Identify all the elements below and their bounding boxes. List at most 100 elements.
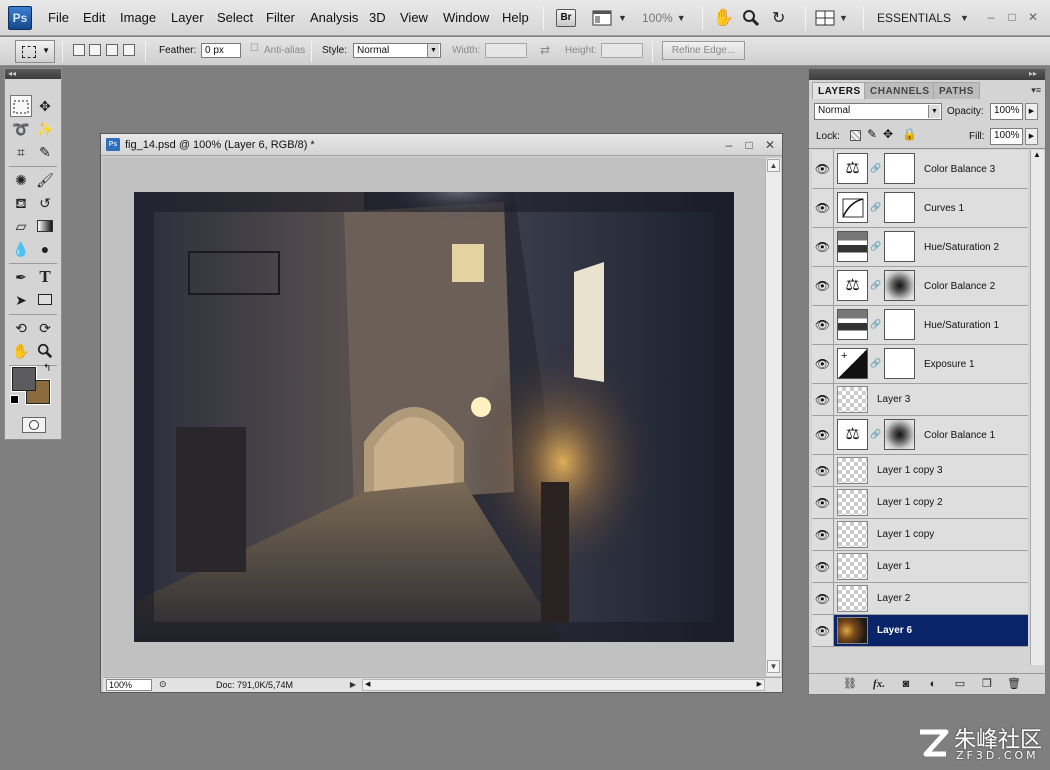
default-colors-icon[interactable] [10,395,19,404]
scroll-down-arrow-icon[interactable]: ▼ [767,660,780,673]
canvas-area[interactable] [103,158,765,676]
link-icon[interactable]: 🔗 [870,202,881,213]
link-icon[interactable]: 🔗 [870,358,881,369]
3d-orbit-tool-icon[interactable]: ⟳ [34,317,56,339]
link-icon[interactable]: 🔗 [870,280,881,291]
menu-file[interactable]: File [48,10,69,25]
visibility-eye-icon[interactable]: 👁 [812,551,834,582]
horizontal-scrollbar[interactable]: ◀ ▶ [362,679,765,691]
gradient-tool-icon[interactable] [34,215,56,237]
visibility-eye-icon[interactable]: 👁 [812,384,834,415]
lock-image-pixels-icon[interactable]: ✎ [867,127,877,141]
subtract-from-selection-icon[interactable] [106,44,118,56]
fill-input[interactable]: 100% [990,128,1023,145]
layer-name[interactable]: Layer 3 [877,394,910,405]
opacity-slider-arrow-icon[interactable]: ▶ [1025,103,1038,120]
workspace-switcher[interactable]: ESSENTIALS ▼ [877,8,969,28]
3d-rotate-tool-icon[interactable]: ⟲ [10,317,32,339]
fill-slider-arrow-icon[interactable]: ▶ [1025,128,1038,145]
layer-name[interactable]: Color Balance 3 [924,164,995,175]
zoom-icon[interactable] [742,8,760,28]
layer-name[interactable]: Color Balance 2 [924,281,995,292]
dodge-tool-icon[interactable]: ● [34,238,56,260]
quick-mask-icon[interactable] [22,417,46,433]
zoom-tool-icon[interactable] [34,340,56,362]
link-icon[interactable]: 🔗 [870,241,881,252]
layer-name[interactable]: Hue/Saturation 1 [924,320,999,331]
layer-row-curves-1[interactable]: 👁 🔗 Curves 1 [812,189,1028,228]
visibility-eye-icon[interactable]: 👁 [812,189,834,227]
arrange-documents-icon[interactable]: ▼ [815,8,848,28]
visibility-eye-icon[interactable]: 👁 [812,306,834,344]
layer-mask-thumbnail[interactable] [884,153,915,184]
tool-preset-picker[interactable]: ▼ [15,40,55,63]
tab-layers[interactable]: LAYERS [812,82,867,99]
visibility-eye-icon[interactable]: 👁 [812,583,834,614]
blur-tool-icon[interactable]: 💧 [10,238,32,260]
zoom-level-dropdown[interactable]: 100% ▼ [642,8,686,28]
scroll-up-arrow-icon[interactable]: ▲ [767,159,780,172]
screen-mode-icon[interactable]: ▼ [592,8,627,28]
layer-row-color-balance-3[interactable]: 👁 ⚖ 🔗 Color Balance 3 [812,150,1028,189]
close-icon[interactable]: ✕ [1024,8,1042,26]
rectangle-tool-icon[interactable] [34,289,56,311]
layer-mask-thumbnail[interactable] [884,348,915,379]
link-layers-icon[interactable]: ⛓ [842,677,858,692]
menu-image[interactable]: Image [120,10,156,25]
menu-help[interactable]: Help [502,10,529,25]
layer-row-color-balance-1[interactable]: 👁 ⚖ 🔗 Color Balance 1 [812,416,1028,455]
layer-row-layer-2[interactable]: 👁 Layer 2 [812,583,1028,615]
document-title-bar[interactable]: Ps fig_14.psd @ 100% (Layer 6, RGB/8) * … [101,134,782,156]
visibility-eye-icon[interactable]: 👁 [812,455,834,486]
visibility-eye-icon[interactable]: 👁 [812,615,834,646]
type-tool-icon[interactable]: T [34,266,56,288]
panel-menu-icon[interactable]: ▾≡ [1031,85,1041,96]
lock-all-icon[interactable]: 🔒 [902,127,917,141]
feather-input[interactable]: 0 px [201,43,241,58]
layer-name[interactable]: Layer 1 copy 3 [877,465,943,476]
lock-position-icon[interactable]: ✥ [883,127,893,141]
layer-row-hue-saturation-1[interactable]: 👁 🔗 Hue/Saturation 1 [812,306,1028,345]
tab-channels[interactable]: CHANNELS [864,82,936,99]
new-layer-icon[interactable]: ❐ [979,677,995,692]
anti-alias-checkbox[interactable]: ☐ [250,43,259,54]
layer-name[interactable]: Layer 2 [877,593,910,604]
layer-row-color-balance-2[interactable]: 👁 ⚖ 🔗 Color Balance 2 [812,267,1028,306]
menu-3d[interactable]: 3D [369,10,386,25]
style-select[interactable]: Normal ▼ [353,43,441,58]
pen-tool-icon[interactable]: ✒ [10,266,32,288]
lasso-tool-icon[interactable]: ➰ [10,118,32,140]
layer-name[interactable]: Hue/Saturation 2 [924,242,999,253]
visibility-eye-icon[interactable]: 👁 [812,416,834,454]
rectangular-marquee-tool-icon[interactable] [10,95,32,117]
lock-transparent-pixels-icon[interactable] [850,130,861,141]
refine-edge-button[interactable]: Refine Edge... [662,41,745,60]
menu-view[interactable]: View [400,10,428,25]
layer-row-layer-3[interactable]: 👁 Layer 3 [812,384,1028,416]
status-options-icon[interactable]: ⊙ [159,679,167,690]
layer-style-fx-icon[interactable]: fx. [871,677,887,692]
menu-edit[interactable]: Edit [83,10,105,25]
layer-row-layer-6[interactable]: 👁 Layer 6 [812,615,1028,647]
layer-name[interactable]: Color Balance 1 [924,430,995,441]
vertical-scrollbar[interactable]: ▲ ▼ [765,158,781,676]
menu-select[interactable]: Select [217,10,253,25]
move-tool-icon[interactable]: ✥ [34,95,56,117]
visibility-eye-icon[interactable]: 👁 [812,345,834,383]
rotate-view-icon[interactable]: ↻ [772,8,785,28]
menu-window[interactable]: Window [443,10,489,25]
clone-stamp-tool-icon[interactable]: ⛾ [10,192,32,214]
width-input[interactable] [485,43,527,58]
spot-healing-brush-tool-icon[interactable]: ✺ [10,169,32,191]
minimize-icon[interactable]: – [982,8,1000,26]
eraser-tool-icon[interactable]: ▱ [10,215,32,237]
visibility-eye-icon[interactable]: 👁 [812,228,834,266]
swap-dimensions-icon[interactable]: ⇄ [540,43,550,57]
menu-filter[interactable]: Filter [266,10,295,25]
layer-name[interactable]: Layer 1 copy 2 [877,497,943,508]
height-input[interactable] [601,43,643,58]
layer-mask-thumbnail[interactable] [884,270,915,301]
layers-scrollbar[interactable]: ▲ [1030,150,1044,665]
menu-layer[interactable]: Layer [171,10,204,25]
layer-row-exposure-1[interactable]: 👁 + 🔗 Exposure 1 [812,345,1028,384]
